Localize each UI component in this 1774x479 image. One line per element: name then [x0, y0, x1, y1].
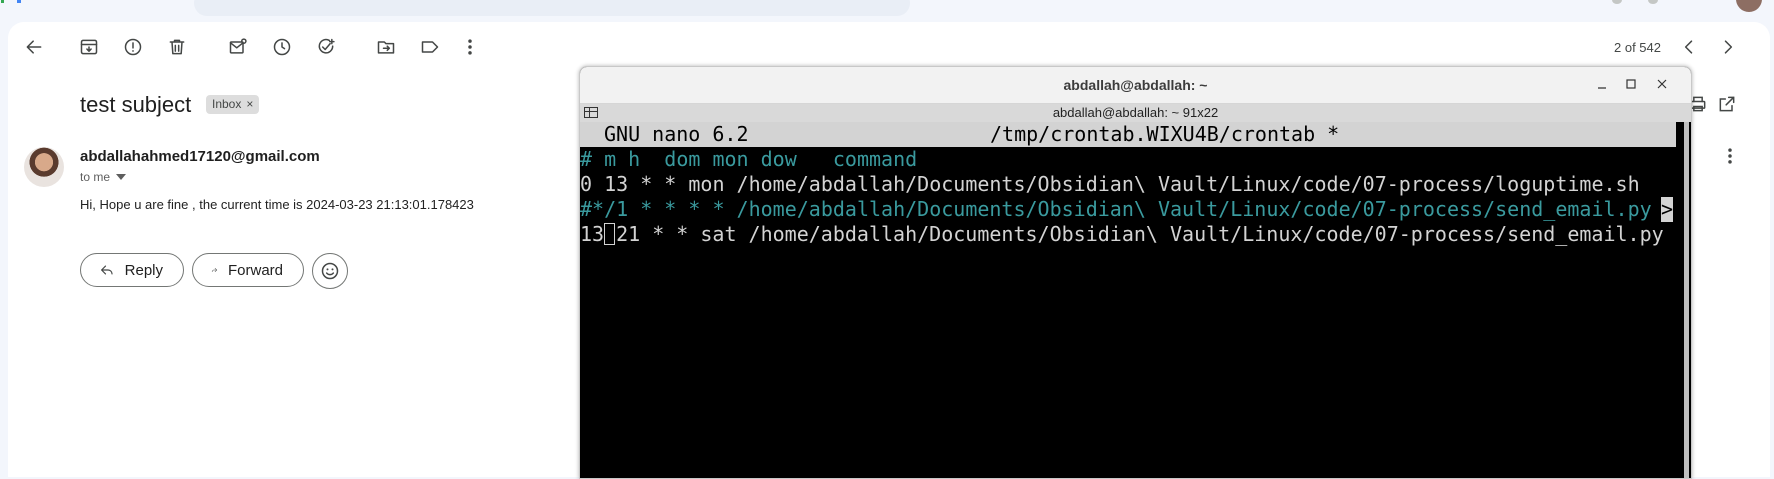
inbox-label-chip: Inbox ×: [206, 95, 260, 114]
browser-top-strip: [0, 0, 1774, 22]
crontab-line: # m h dom mon dow command: [580, 147, 918, 171]
nano-header-bar: GNU nano 6.2 /tmp/crontab.WIXU4B/crontab…: [580, 122, 1676, 147]
line-overflow-marker: >: [1661, 197, 1674, 222]
mark-unread-icon[interactable]: [226, 35, 250, 59]
minimize-icon[interactable]: [1594, 76, 1610, 92]
apps-icon[interactable]: [1648, 0, 1658, 4]
text-cursor: [604, 223, 616, 245]
chevron-down-icon[interactable]: [116, 174, 127, 180]
support-icon[interactable]: [1612, 0, 1622, 4]
crontab-line: 0 13 * * mon /home/abdallah/Documents/Ob…: [580, 172, 1640, 196]
more-vert-icon[interactable]: [458, 35, 482, 59]
sender-email[interactable]: abdallahahmed17120@gmail.com: [80, 148, 320, 165]
to-me-label: to me: [80, 170, 111, 184]
nano-version: GNU nano 6.2: [604, 122, 749, 146]
delete-icon[interactable]: [165, 35, 189, 59]
add-to-tasks-icon[interactable]: [314, 35, 338, 59]
forward-button[interactable]: Forward: [192, 253, 304, 287]
reply-button[interactable]: Reply: [80, 253, 184, 287]
terminal-titlebar[interactable]: abdallah@abdallah: ~: [580, 67, 1691, 104]
nano-editor[interactable]: GNU nano 6.2 /tmp/crontab.WIXU4B/crontab…: [580, 122, 1680, 478]
crontab-line-current: 13 21 * * sat /home/abdallah/Documents/Ob…: [580, 222, 1664, 247]
snooze-icon[interactable]: [270, 35, 294, 59]
forward-icon: [211, 267, 218, 273]
smiley-icon: [321, 262, 339, 280]
recipient-details[interactable]: to me: [80, 170, 127, 184]
sender-avatar[interactable]: [24, 147, 64, 187]
account-avatar[interactable]: [1736, 0, 1762, 12]
move-to-icon[interactable]: [374, 35, 398, 59]
close-icon[interactable]: [1654, 76, 1670, 92]
message-more-icon[interactable]: [1720, 146, 1740, 166]
search-bar[interactable]: [194, 0, 910, 16]
back-arrow-icon[interactable]: [22, 35, 46, 59]
forward-label: Forward: [227, 261, 283, 279]
remove-label-icon[interactable]: ×: [246, 95, 253, 114]
email-body: Hi, Hope u are fine , the current time i…: [80, 197, 474, 212]
terminal-window-title: abdallah@abdallah: ~: [1063, 77, 1208, 93]
maximize-icon[interactable]: [1623, 76, 1639, 92]
label-icon[interactable]: [418, 35, 442, 59]
pagination-count: 2 of 542: [1614, 40, 1661, 55]
reply-label: Reply: [124, 261, 163, 279]
crontab-line: #*/1 * * * * /home/abdallah/Documents/Ob…: [580, 197, 1652, 221]
label-chip-text: Inbox: [212, 97, 242, 111]
newer-chevron-icon[interactable]: [1677, 35, 1701, 59]
nano-file-name: /tmp/crontab.WIXU4B/crontab *: [990, 122, 1340, 146]
terminal-window[interactable]: abdallah@abdallah: ~ abdallah@abdallah: …: [579, 66, 1692, 479]
report-spam-icon[interactable]: [121, 35, 145, 59]
reply-icon: [101, 265, 113, 275]
gmail-logo-fragment: [1, 0, 4, 3]
open-in-new-window-icon[interactable]: [1717, 94, 1737, 114]
terminal-tab-bar: abdallah@abdallah: ~ 91x22: [580, 104, 1691, 122]
gmail-logo-fragment: [17, 0, 21, 3]
archive-icon[interactable]: [77, 35, 101, 59]
terminal-tab-title: abdallah@abdallah: ~ 91x22: [1052, 105, 1219, 120]
line-rest: 21 * * sat /home/abdallah/Documents/Obsi…: [616, 222, 1664, 246]
emoji-reaction-button[interactable]: [312, 253, 348, 289]
email-subject: test subject: [80, 92, 192, 117]
line-prefix: 13: [580, 222, 605, 246]
older-chevron-icon[interactable]: [1716, 35, 1740, 59]
terminal-scrollbar[interactable]: [1684, 122, 1689, 478]
